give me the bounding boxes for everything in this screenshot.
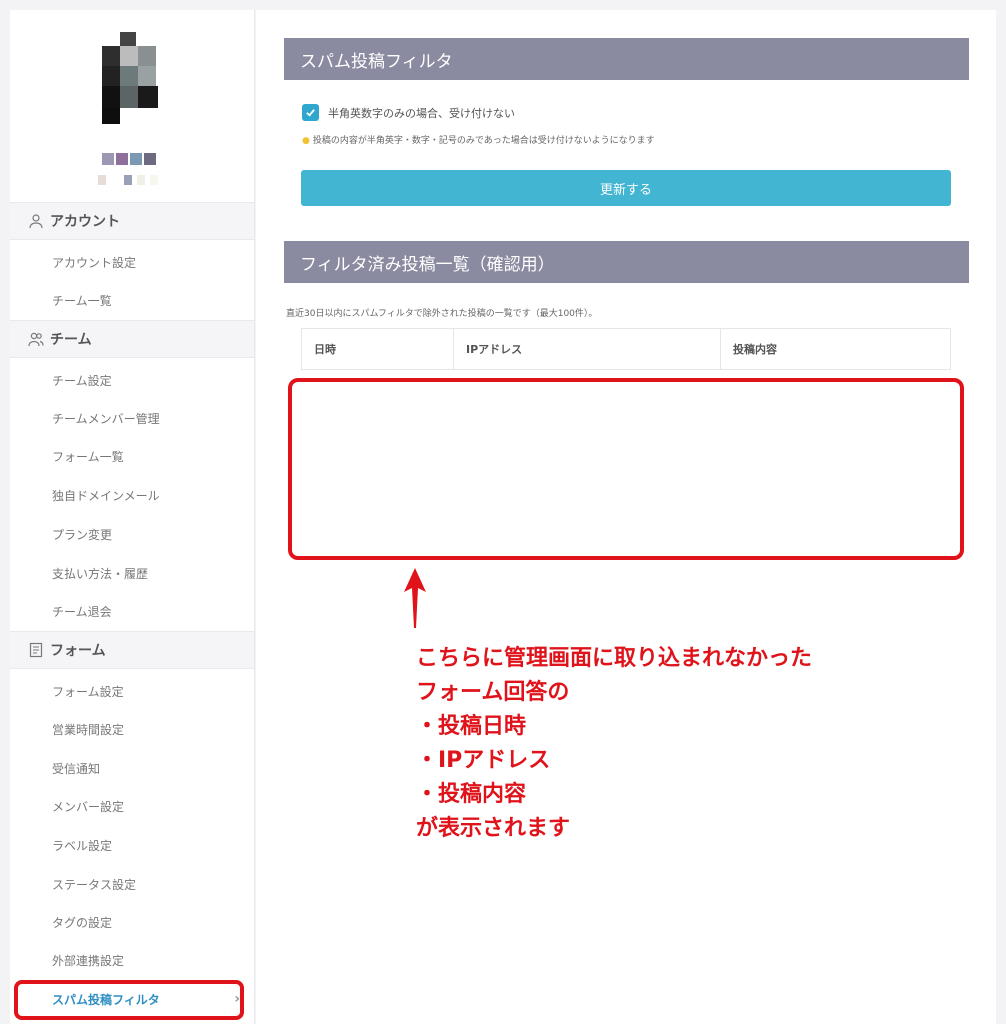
user-icon <box>28 213 44 229</box>
annotation-line: ・投稿内容 <box>416 782 527 807</box>
filtered-list-description: 直近30日以内にスパムフィルタで除外された投稿の一覧です（最大100件）。 <box>286 309 598 319</box>
sidebar-item-payment[interactable]: 支払い方法・履歴 <box>10 554 254 592</box>
sidebar-item-label: プラン変更 <box>52 527 113 542</box>
sidebar-item-label: 独自ドメインメール <box>52 488 160 503</box>
sidebar-item-member-settings[interactable]: メンバー設定 <box>10 787 254 825</box>
update-button[interactable]: 更新する <box>301 170 951 206</box>
section-account-label: アカウント <box>50 214 120 230</box>
column-header-content[interactable]: 投稿内容 <box>721 329 950 369</box>
sidebar-item-notifications[interactable]: 受信通知 <box>10 749 254 787</box>
section-account: アカウント <box>10 202 254 240</box>
section-form-label: フォーム <box>50 643 106 659</box>
sidebar-item-label: メンバー設定 <box>52 799 125 814</box>
arrow-up-icon <box>404 568 426 628</box>
hint-label: 投稿の内容が半角英字・数字・記号のみであった場合は受け付けないようになります <box>312 136 655 146</box>
highlight-spam-filter-item <box>14 980 244 1020</box>
annotation-line: ・IPアドレス <box>416 748 551 773</box>
sidebar-item-label: ステータス設定 <box>52 877 137 892</box>
column-header-datetime[interactable]: 日時 <box>302 329 454 369</box>
spam-filter-header: スパム投稿フィルタ <box>284 38 969 80</box>
team-name <box>102 150 158 169</box>
check-icon <box>306 109 315 117</box>
halfwidth-only-checkbox[interactable] <box>302 104 319 121</box>
sidebar-item-team-leave[interactable]: チーム退会 <box>10 592 254 630</box>
sidebar-item-custom-domain-mail[interactable]: 独自ドメインメール <box>10 476 254 514</box>
sidebar-item-label: タグの設定 <box>52 915 113 930</box>
sidebar-item-label-settings[interactable]: ラベル設定 <box>10 826 254 864</box>
filtered-list-header: フィルタ済み投稿一覧（確認用） <box>284 241 969 283</box>
users-icon <box>28 331 44 347</box>
spam-filter-title: スパム投稿フィルタ <box>300 51 453 72</box>
annotation-line: が表示されます <box>416 816 571 841</box>
sidebar-item-team-list[interactable]: チーム一覧 <box>10 281 254 319</box>
annotation-line: こちらに管理画面に取り込まれなかった <box>416 646 813 671</box>
sidebar-item-label: アカウント設定 <box>52 255 137 270</box>
sidebar: アカウント アカウント設定 チーム一覧 チーム チーム設定 チームメンバー管理 … <box>10 10 255 1024</box>
sidebar-item-integrations[interactable]: 外部連携設定 <box>10 941 254 979</box>
main-panel: スパム投稿フィルタ 半角英数字のみの場合、受け付けない ● 投稿の内容が半角英字・… <box>256 10 996 1024</box>
highlight-empty-list <box>288 378 964 560</box>
sidebar-item-label: 受信通知 <box>52 761 101 776</box>
team-subtitle <box>98 170 163 189</box>
sidebar-item-team-settings[interactable]: チーム設定 <box>10 361 254 399</box>
avatar[interactable] <box>102 32 168 134</box>
section-team-label: チーム <box>50 332 92 348</box>
filtered-list-table-header: 日時 IPアドレス 投稿内容 <box>301 328 951 370</box>
hint-text: ● 投稿の内容が半角英字・数字・記号のみであった場合は受け付けないようになります <box>302 133 655 146</box>
sidebar-item-business-hours[interactable]: 営業時間設定 <box>10 710 254 748</box>
sidebar-item-label: 支払い方法・履歴 <box>52 566 149 581</box>
checkbox-label: 半角英数字のみの場合、受け付けない <box>328 107 515 120</box>
sidebar-item-label: 営業時間設定 <box>52 722 125 737</box>
sidebar-item-label: チーム一覧 <box>52 293 112 308</box>
filtered-list-title: フィルタ済み投稿一覧（確認用） <box>300 254 555 275</box>
sidebar-item-label: チームメンバー管理 <box>52 411 160 426</box>
sidebar-item-label: フォーム一覧 <box>52 449 124 464</box>
annotation-note: こちらに管理画面に取り込まれなかった フォーム回答の ・投稿日時 ・IPアドレス… <box>416 642 812 846</box>
sidebar-item-label: チーム退会 <box>52 604 112 619</box>
column-header-ip[interactable]: IPアドレス <box>454 329 721 369</box>
sidebar-item-label: ラベル設定 <box>52 838 113 853</box>
sidebar-item-plan-change[interactable]: プラン変更 <box>10 515 254 553</box>
document-icon <box>28 642 44 658</box>
sidebar-item-status-settings[interactable]: ステータス設定 <box>10 865 254 903</box>
sidebar-item-form-settings[interactable]: フォーム設定 <box>10 672 254 710</box>
sidebar-item-tag-settings[interactable]: タグの設定 <box>10 903 254 941</box>
sidebar-item-team-members[interactable]: チームメンバー管理 <box>10 399 254 437</box>
sidebar-item-label: チーム設定 <box>52 373 112 388</box>
section-form: フォーム <box>10 631 254 669</box>
lightbulb-icon: ● <box>302 136 310 146</box>
annotation-line: フォーム回答の <box>416 680 570 705</box>
sidebar-item-label: 外部連携設定 <box>52 953 125 968</box>
section-team: チーム <box>10 320 254 358</box>
sidebar-item-form-list[interactable]: フォーム一覧 <box>10 437 254 475</box>
sidebar-item-label: フォーム設定 <box>52 684 124 699</box>
annotation-line: ・投稿日時 <box>416 714 527 739</box>
sidebar-item-account-settings[interactable]: アカウント設定 <box>10 243 254 281</box>
